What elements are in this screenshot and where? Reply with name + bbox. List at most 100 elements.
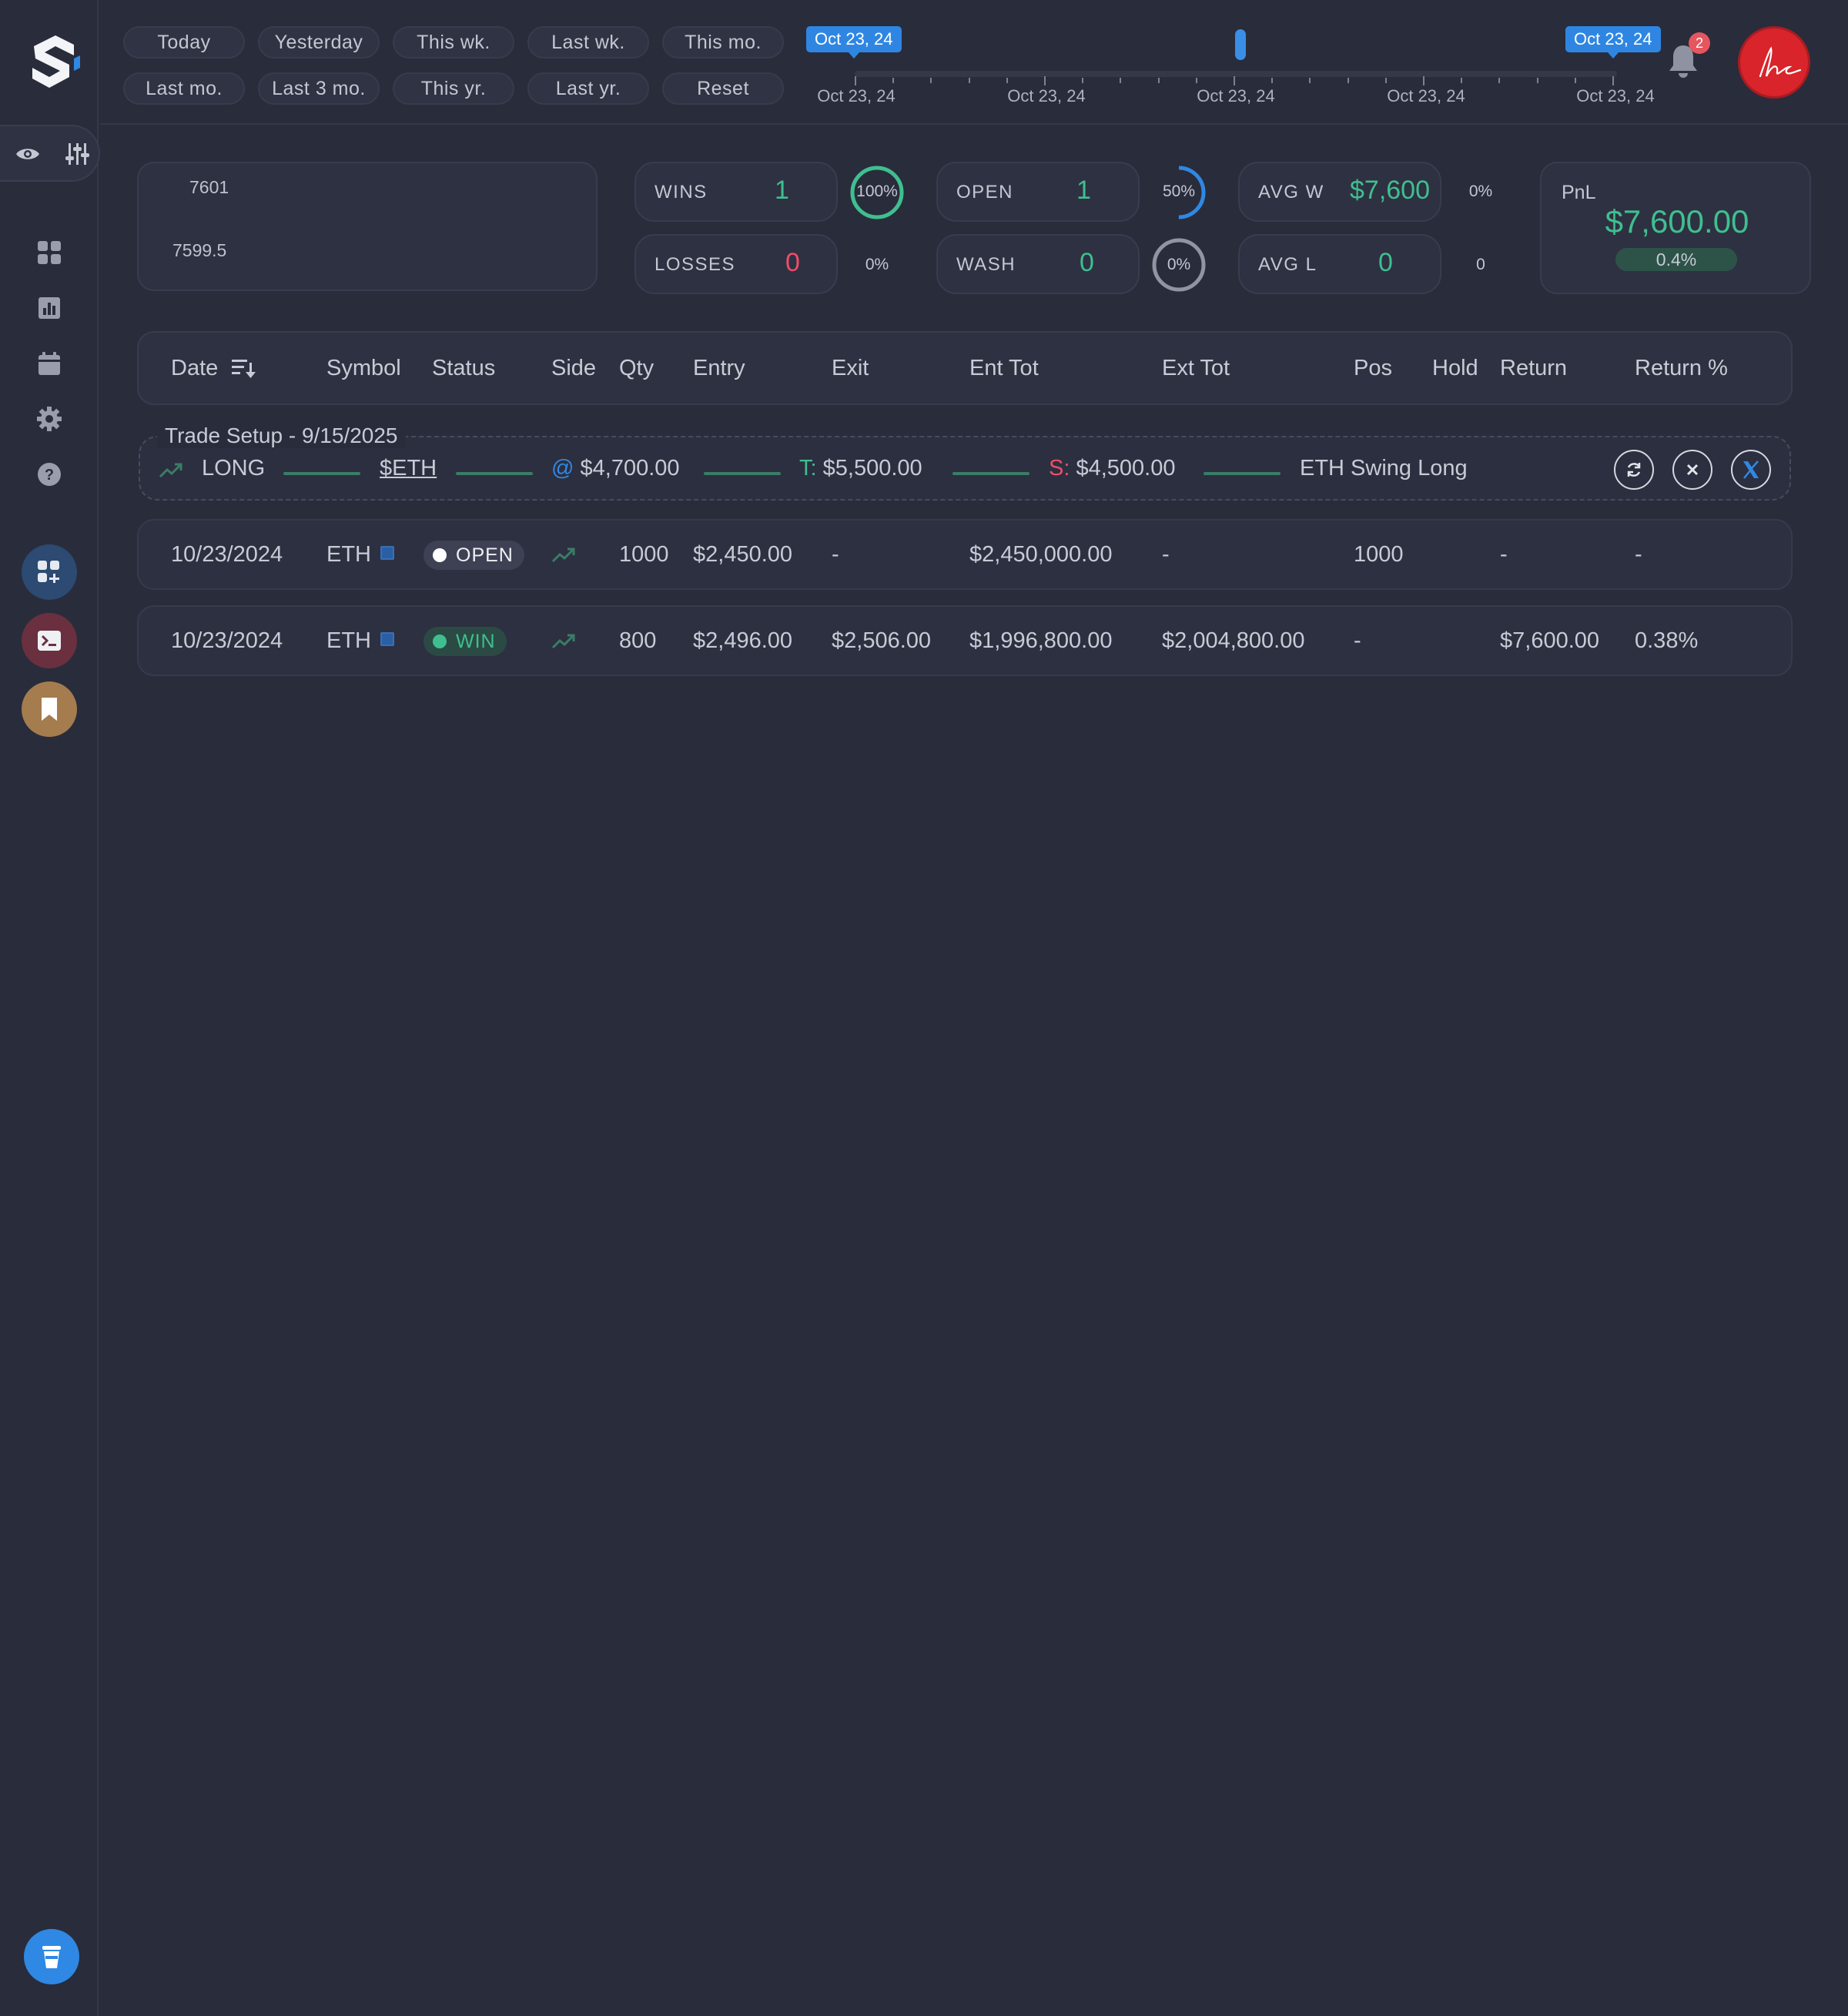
column-exit-total[interactable]: Ext Tot [1162, 356, 1230, 381]
range-last-week-button[interactable]: Last wk. [527, 26, 649, 59]
table-row[interactable]: 10/23/2024 ETH OPEN 1000 $2,450.00 - $2,… [137, 519, 1793, 590]
column-return[interactable]: Return [1500, 356, 1567, 381]
column-date[interactable]: Date [171, 356, 256, 381]
pnl-pct-badge: 0.4% [1615, 248, 1737, 271]
setup-target-price: $5,500.00 [822, 456, 922, 481]
terminal-button[interactable] [22, 613, 77, 668]
buy-coffee-button[interactable] [24, 1929, 79, 1984]
column-entry[interactable]: Entry [693, 356, 745, 381]
slider-tick [855, 76, 856, 85]
slider-tick-label: Oct 23, 24 [1387, 86, 1465, 105]
setup-entry-price: $4,700.00 [580, 456, 680, 481]
avg-win-label: AVG W [1258, 182, 1324, 203]
slider-start-handle[interactable]: Oct 23, 24 [806, 26, 902, 59]
sidebar-view-toggle [0, 125, 100, 182]
dashboard-icon[interactable] [35, 239, 63, 266]
losses-label: LOSSES [654, 254, 736, 275]
coffee-cup-icon [42, 1946, 61, 1968]
avg-loss-pct: 0 [1476, 256, 1485, 273]
pnl-card: PnL $7,600.00 0.4% [1540, 162, 1811, 294]
slider-tick-label: Oct 23, 24 [817, 86, 896, 105]
slider-tick [1196, 78, 1197, 83]
row-qty: 800 [619, 628, 657, 653]
range-last-month-button[interactable]: Last mo. [123, 72, 245, 105]
range-yesterday-button[interactable]: Yesterday [258, 26, 380, 59]
avg-win-stat: AVG W $7,600 [1238, 162, 1441, 222]
slider-tick [1044, 76, 1046, 85]
column-return-pct[interactable]: Return % [1635, 356, 1728, 381]
avatar[interactable] [1738, 26, 1810, 99]
slider-range-handle[interactable] [1235, 29, 1246, 60]
settings-icon[interactable] [35, 405, 63, 433]
range-last-3-months-button[interactable]: Last 3 mo. [258, 72, 380, 105]
setup-stop-price: $4,500.00 [1076, 456, 1176, 481]
column-entry-total[interactable]: Ent Tot [969, 356, 1039, 381]
app-logo[interactable] [26, 32, 82, 91]
date-range-slider[interactable] [855, 71, 1617, 77]
row-exit: $2,506.00 [832, 628, 932, 653]
column-exit[interactable]: Exit [832, 356, 869, 381]
slider-tick [1461, 78, 1462, 83]
calendar-icon[interactable] [35, 350, 63, 377]
row-return-pct: - [1635, 542, 1642, 567]
row-symbol[interactable]: ETH [326, 542, 394, 568]
range-this-week-button[interactable]: This wk. [393, 26, 514, 59]
range-last-year-button[interactable]: Last yr. [527, 72, 649, 105]
eye-icon[interactable] [14, 140, 42, 168]
sort-icon[interactable] [230, 357, 256, 380]
column-hold[interactable]: Hold [1432, 356, 1478, 381]
share-to-x-button[interactable] [1731, 450, 1771, 490]
convert-setup-button[interactable] [1614, 450, 1654, 490]
svg-text:?: ? [45, 467, 54, 484]
slider-tick [1423, 76, 1424, 85]
mini-chart-low-label: 7599.5 [172, 240, 227, 260]
column-qty[interactable]: Qty [619, 356, 654, 381]
wash-stat: WASH 0 [936, 234, 1140, 294]
setup-note: ETH Swing Long [1300, 456, 1468, 481]
slider-tick-label: Oct 23, 24 [1576, 86, 1655, 105]
help-icon[interactable]: ? [35, 460, 63, 488]
row-entry: $2,496.00 [693, 628, 793, 653]
delete-setup-button[interactable] [1672, 450, 1712, 490]
sliders-icon[interactable] [63, 140, 91, 168]
widgets-icon [38, 561, 59, 583]
wins-value: 1 [775, 176, 789, 205]
win-rate-pct: 100% [856, 183, 898, 200]
slider-tick [1271, 78, 1273, 83]
pnl-value: $7,600.00 [1605, 203, 1749, 239]
setup-symbol[interactable]: $ETH [380, 456, 437, 481]
range-today-button[interactable]: Today [123, 26, 245, 59]
range-reset-button[interactable]: Reset [662, 72, 784, 105]
row-exit: - [832, 542, 839, 567]
notification-badge: 2 [1689, 32, 1710, 54]
reports-icon[interactable] [35, 294, 63, 322]
row-exit-total: - [1162, 542, 1170, 567]
row-symbol[interactable]: ETH [326, 628, 394, 654]
setup-stop: S: $4,500.00 [1049, 456, 1175, 481]
wins-label: WINS [654, 182, 708, 203]
setup-side: LONG [202, 456, 266, 481]
add-widget-button[interactable] [22, 544, 77, 600]
range-this-year-button[interactable]: This yr. [393, 72, 514, 105]
column-symbol[interactable]: Symbol [326, 356, 401, 381]
setup-entry: @ $4,700.00 [551, 456, 680, 481]
row-entry: $2,450.00 [693, 542, 793, 567]
loss-rate-pct: 0% [865, 256, 889, 273]
column-position[interactable]: Pos [1354, 356, 1392, 381]
x-logo-icon [1743, 460, 1759, 479]
row-return: - [1500, 542, 1508, 567]
wash-rate-pct: 0% [1167, 256, 1191, 273]
slider-end-handle[interactable]: Oct 23, 24 [1565, 26, 1661, 59]
avg-loss-value: 0 [1378, 248, 1393, 277]
column-status[interactable]: Status [432, 356, 495, 381]
table-row[interactable]: 10/23/2024 ETH WIN 800 $2,496.00 $2,506.… [137, 605, 1793, 676]
row-date: 10/23/2024 [171, 628, 283, 653]
chart-link-icon[interactable] [380, 546, 394, 560]
bookmarks-button[interactable] [22, 681, 77, 737]
chart-link-icon[interactable] [380, 632, 394, 646]
row-return-pct: 0.38% [1635, 628, 1699, 653]
range-this-month-button[interactable]: This mo. [662, 26, 784, 59]
setup-divider [283, 472, 360, 475]
column-side[interactable]: Side [551, 356, 596, 381]
terminal-icon [38, 631, 61, 651]
